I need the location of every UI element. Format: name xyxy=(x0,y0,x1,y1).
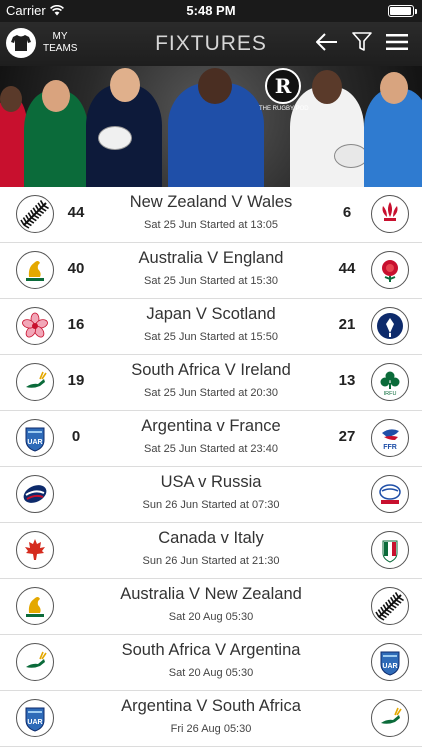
new-zealand-fern-icon xyxy=(371,587,409,625)
away-score: 44 xyxy=(338,260,356,277)
argentina-uar-icon: UAR xyxy=(371,643,409,681)
fixture-row-2[interactable]: 40 Australia V England Sat 25 Jun Starte… xyxy=(0,243,422,299)
svg-text:FFR: FFR xyxy=(383,444,397,451)
status-bar: Carrier 5:48 PM xyxy=(0,0,422,22)
match-title: USA v Russia xyxy=(160,473,262,491)
italy-fir-icon xyxy=(371,531,409,569)
player-head xyxy=(380,72,408,104)
fixture-row-3[interactable]: 16 Japan V Scotland Sat 25 Jun Started a… xyxy=(0,299,422,355)
england-rose-icon xyxy=(371,251,409,289)
rugby-pod-logo-letter: R xyxy=(265,68,301,104)
match-info: Fri 26 Aug 05:30 xyxy=(170,723,252,735)
fixture-row-5[interactable]: UAR 0 Argentina v France Sat 25 Jun Star… xyxy=(0,411,422,467)
menu-icon[interactable] xyxy=(386,34,408,50)
away-score: 21 xyxy=(338,316,356,333)
status-time: 5:48 PM xyxy=(186,3,236,18)
battery-icon xyxy=(388,5,417,17)
rugby-pod-logo-text: THE RUGBY POD xyxy=(259,106,309,112)
france-ffr-icon: FFR xyxy=(371,419,409,457)
match-info: Sun 26 Jun Started at 07:30 xyxy=(142,499,280,511)
match-title: Australia V New Zealand xyxy=(120,585,302,603)
battery-level xyxy=(390,7,411,15)
match-info: Sun 26 Jun Started at 21:30 xyxy=(142,555,280,567)
rugby-pod-logo: R THE RUGBY POD xyxy=(259,68,309,112)
match-info: Sat 20 Aug 05:30 xyxy=(168,667,254,679)
russia-rugby-icon xyxy=(371,475,409,513)
back-arrow-icon[interactable] xyxy=(316,33,338,51)
match-title: Argentina V South Africa xyxy=(121,697,301,715)
match-info: Sat 20 Aug 05:30 xyxy=(168,611,254,623)
scotland-thistle-icon xyxy=(371,307,409,345)
fixture-row-1[interactable]: 44 New Zealand V Wales Sat 25 Jun Starte… xyxy=(0,187,422,243)
players-banner: R THE RUGBY POD xyxy=(0,66,422,187)
player-head xyxy=(110,68,140,102)
match-title: South Africa V Argentina xyxy=(121,641,301,659)
fixture-row-6[interactable]: USA v Russia Sun 26 Jun Started at 07:30 xyxy=(0,467,422,523)
fixtures-list: 44 New Zealand V Wales Sat 25 Jun Starte… xyxy=(0,187,422,747)
fixture-row-4[interactable]: 19 South Africa V Ireland Sat 25 Jun Sta… xyxy=(0,355,422,411)
ireland-shamrock-icon: IRFU xyxy=(371,363,409,401)
player-head xyxy=(0,86,22,112)
south-africa-springbok-icon xyxy=(371,699,409,737)
fixture-row-9[interactable]: South Africa V Argentina Sat 20 Aug 05:3… xyxy=(0,635,422,691)
rugby-ball-icon xyxy=(334,144,368,168)
player-head xyxy=(198,68,232,104)
fixture-row-8[interactable]: Australia V New Zealand Sat 20 Aug 05:30 xyxy=(0,579,422,635)
fixture-row-7[interactable]: Canada v Italy Sun 26 Jun Started at 21:… xyxy=(0,523,422,579)
away-score: 6 xyxy=(342,204,352,221)
away-score: 27 xyxy=(338,428,356,445)
player-head xyxy=(42,80,70,112)
app-header: MY TEAMS FIXTURES xyxy=(0,22,422,66)
svg-text:UAR: UAR xyxy=(382,663,397,670)
wales-feathers-icon xyxy=(371,195,409,233)
away-score: 13 xyxy=(338,372,356,389)
rugby-ball-icon xyxy=(98,126,132,150)
svg-text:IRFU: IRFU xyxy=(384,391,397,397)
player-head xyxy=(312,70,342,104)
fixture-row-10[interactable]: UAR Argentina V South Africa Fri 26 Aug … xyxy=(0,691,422,747)
filter-icon[interactable] xyxy=(352,32,372,52)
header-actions xyxy=(316,32,408,52)
match-title: Canada v Italy xyxy=(158,529,264,547)
